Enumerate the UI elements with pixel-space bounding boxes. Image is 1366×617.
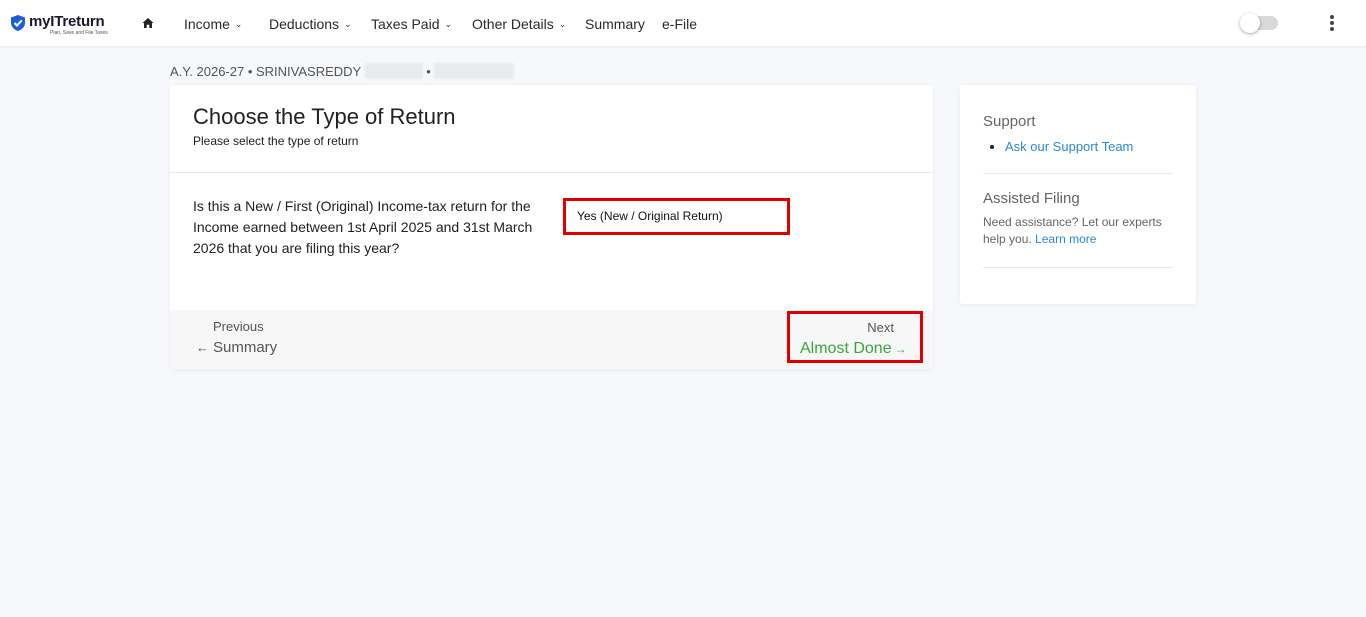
card-footer: Previous ← Summary Next Almost Done → xyxy=(170,310,933,369)
next-target: Almost Done xyxy=(800,340,892,357)
nav-taxes-paid[interactable]: Taxes Paid ⌄ xyxy=(371,16,452,32)
nav-efile-label: e-File xyxy=(662,16,698,32)
return-type-selected-value: Yes (New / Original Return) xyxy=(577,209,723,223)
help-sidebar: Support Ask our Support Team Assisted Fi… xyxy=(960,85,1196,304)
next-label: Next xyxy=(867,320,894,335)
arrow-right-icon: → xyxy=(894,342,907,356)
shield-check-icon xyxy=(11,15,25,31)
nav-other-details-label: Other Details xyxy=(472,16,554,32)
brand-tagline: Plan, Save and File Taxes xyxy=(50,30,108,36)
return-type-select[interactable]: Yes (New / Original Return) xyxy=(563,198,790,235)
divider xyxy=(170,172,933,173)
divider xyxy=(983,173,1173,174)
nav-income[interactable]: Income ⌄ xyxy=(184,16,242,32)
nav-summary[interactable]: Summary xyxy=(585,16,645,32)
return-type-card: Choose the Type of Return Please select … xyxy=(170,85,933,369)
nav-efile[interactable]: e-File xyxy=(662,16,697,32)
previous-target: Summary xyxy=(213,339,278,356)
chevron-down-icon: ⌄ xyxy=(234,19,243,29)
breadcrumb-text: A.Y. 2026-27 • SRINIVASREDDY xyxy=(170,64,361,79)
learn-more-link[interactable]: Learn more xyxy=(1035,232,1096,246)
toggle-knob xyxy=(1240,13,1260,33)
brand-name: myITreturn xyxy=(29,13,105,30)
arrow-left-icon: ← xyxy=(196,340,209,355)
breadcrumb: A.Y. 2026-27 • SRINIVASREDDY • xyxy=(170,63,515,79)
redacted-field xyxy=(434,63,515,79)
nav-income-label: Income xyxy=(184,16,230,32)
previous-label: Previous xyxy=(213,319,264,334)
page-title: Choose the Type of Return xyxy=(193,104,456,129)
support-heading: Support xyxy=(983,113,1036,130)
chevron-down-icon: ⌄ xyxy=(558,19,567,29)
nav-other-details[interactable]: Other Details ⌄ xyxy=(472,16,566,32)
nav-taxes-paid-label: Taxes Paid xyxy=(371,16,440,32)
assisted-filing-heading: Assisted Filing xyxy=(983,190,1080,207)
next-button[interactable]: Next Almost Done → xyxy=(787,311,923,363)
divider xyxy=(983,267,1173,268)
assisted-filing-text: Need assistance? Let our experts help yo… xyxy=(983,214,1173,248)
theme-toggle[interactable] xyxy=(1240,13,1278,33)
redacted-field xyxy=(364,63,423,79)
return-type-question: Is this a New / First (Original) Income-… xyxy=(193,198,533,256)
chevron-down-icon: ⌄ xyxy=(444,19,453,29)
breadcrumb-separator: • xyxy=(426,64,431,79)
top-navbar: myITreturn Plan, Save and File Taxes Inc… xyxy=(0,0,1366,46)
chevron-down-icon: ⌄ xyxy=(344,19,352,29)
page-subtitle: Please select the type of return xyxy=(193,134,359,148)
ask-support-link[interactable]: Ask our Support Team xyxy=(1005,139,1133,154)
nav-deductions-label: Deductions xyxy=(269,16,340,32)
kebab-menu-icon[interactable] xyxy=(1325,14,1339,34)
home-icon[interactable] xyxy=(142,17,154,29)
nav-deductions[interactable]: Deductions ⌄ xyxy=(269,16,352,32)
support-list-item: Ask our Support Team xyxy=(990,139,1133,154)
nav-summary-label: Summary xyxy=(585,16,645,32)
bullet xyxy=(990,145,994,149)
